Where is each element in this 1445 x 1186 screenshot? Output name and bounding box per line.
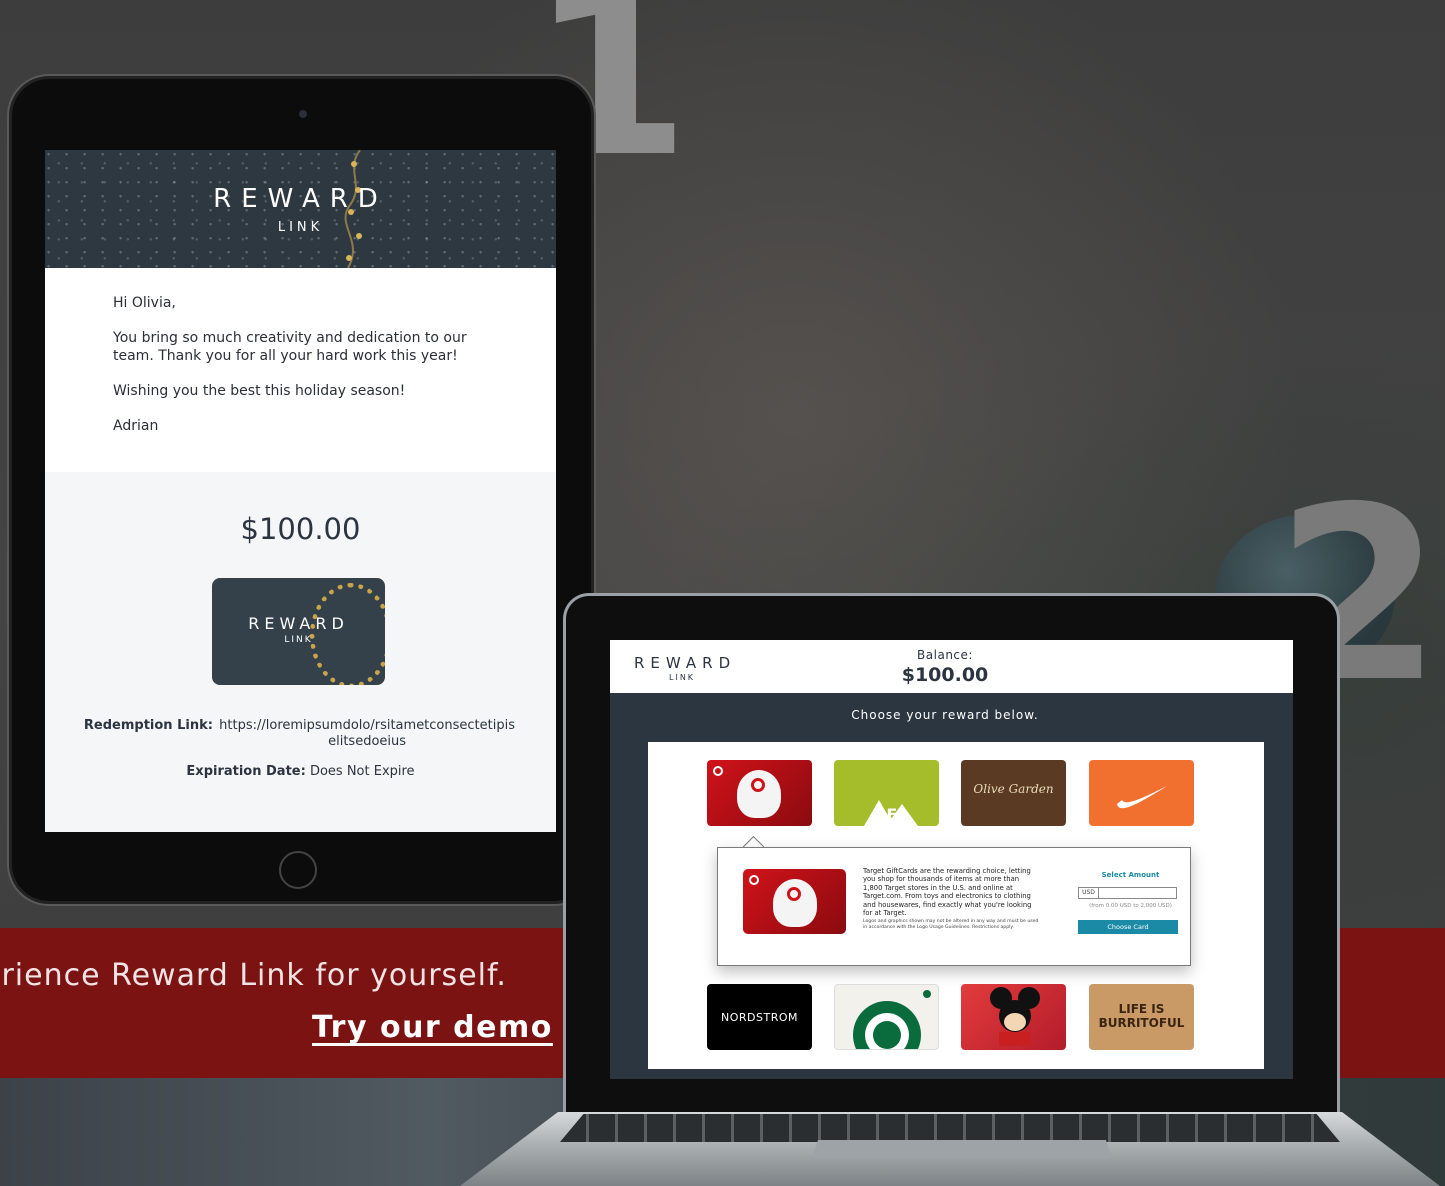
dog-eye-icon bbox=[787, 887, 801, 901]
balance-value: $100.00 bbox=[901, 664, 989, 686]
email-logo: REWARD bbox=[213, 184, 388, 214]
email-paragraph: Wishing you the best this holiday season… bbox=[113, 383, 406, 399]
expiration-label: Expiration Date: bbox=[186, 764, 306, 779]
tablet-device: REWARD LINK Hi Olivia, You bring so much… bbox=[7, 74, 596, 906]
laptop-keyboard bbox=[560, 1114, 1340, 1142]
life-is-good-card-tile[interactable]: LIFE IS BURRITOFUL bbox=[1089, 984, 1194, 1050]
rei-label: REI bbox=[874, 805, 904, 824]
reward-link-card[interactable]: REWARD LINK bbox=[212, 578, 385, 685]
balance-label: Balance: bbox=[917, 648, 973, 662]
target-card-preview bbox=[743, 869, 846, 934]
reward-grid: REI Olive Garden Target GiftCards are th… bbox=[648, 742, 1264, 1069]
card-legal: Logos and graphics shown may not be alte… bbox=[863, 919, 1039, 930]
email-message: Hi Olivia, You bring so much creativity … bbox=[45, 268, 556, 435]
amount-range: (from 0.00 USD to 2,000 USD) bbox=[1089, 903, 1172, 909]
cta-text: erience Reward Link for yourself. bbox=[0, 958, 507, 993]
email-logo-sub: LINK bbox=[277, 220, 324, 235]
target-logo-icon bbox=[749, 875, 759, 885]
home-button[interactable] bbox=[279, 851, 317, 889]
amount-input[interactable]: USD bbox=[1078, 887, 1177, 899]
laptop-trackpad bbox=[812, 1140, 1112, 1158]
redemption-link[interactable]: https://loremipsumdolo/rsitametconsectet… bbox=[217, 718, 517, 750]
expiration-row: Expiration Date: Does Not Expire bbox=[45, 764, 556, 780]
camera-icon bbox=[299, 110, 307, 118]
choose-card-button[interactable]: Choose Card bbox=[1078, 920, 1178, 934]
site-header: REWARD LINK Balance: $100.00 bbox=[610, 640, 1293, 693]
target-logo-icon bbox=[713, 766, 723, 776]
currency-label: USD bbox=[1079, 888, 1099, 898]
card-logo-sub: LINK bbox=[284, 635, 313, 645]
nike-swoosh-icon bbox=[1117, 786, 1167, 809]
select-amount-title: Select Amount bbox=[1101, 871, 1160, 879]
card-logo: REWARD bbox=[248, 614, 349, 633]
target-detail-popup: Target GiftCards are the rewarding choic… bbox=[717, 847, 1191, 966]
nike-card-tile[interactable] bbox=[1089, 760, 1194, 826]
gift-amount: $100.00 bbox=[240, 512, 361, 546]
redemption-label: Redemption Link: bbox=[83, 718, 213, 733]
choose-prompt: Choose your reward below. bbox=[851, 708, 1039, 722]
life-is-good-label: LIFE IS BURRITOFUL bbox=[1098, 1002, 1185, 1030]
email-screen: REWARD LINK Hi Olivia, You bring so much… bbox=[45, 150, 556, 832]
email-paragraph: You bring so much creativity and dedicat… bbox=[113, 330, 467, 364]
disney-card-tile[interactable] bbox=[961, 984, 1066, 1050]
laptop-device: REWARD LINK Balance: $100.00 Choose your… bbox=[563, 593, 1340, 1118]
email-signoff: Adrian bbox=[113, 418, 159, 434]
olive-garden-label: Olive Garden bbox=[973, 782, 1054, 796]
mickey-mouse-icon bbox=[990, 987, 1040, 1046]
nordstrom-card-tile[interactable]: NORDSTROM bbox=[707, 984, 812, 1050]
starbucks-siren-icon bbox=[853, 990, 931, 1049]
dog-eye-icon bbox=[751, 778, 765, 792]
reward-site-screen: REWARD LINK Balance: $100.00 Choose your… bbox=[610, 640, 1293, 1079]
lights-ring-icon bbox=[310, 583, 385, 685]
redemption-row: Redemption Link: https://loremipsumdolo/… bbox=[45, 718, 556, 750]
expiration-value: Does Not Expire bbox=[309, 764, 415, 779]
target-card-tile[interactable] bbox=[707, 760, 812, 826]
gift-details: Redemption Link: https://loremipsumdolo/… bbox=[45, 718, 556, 794]
olive-garden-card-tile[interactable]: Olive Garden bbox=[961, 760, 1066, 826]
email-header: REWARD LINK bbox=[45, 150, 556, 268]
try-demo-link[interactable]: Try our demo bbox=[312, 1010, 553, 1045]
starbucks-card-tile[interactable] bbox=[834, 984, 939, 1050]
card-description: Target GiftCards are the rewarding choic… bbox=[863, 867, 1032, 918]
gift-section: $100.00 REWARD LINK Redemption Link: htt… bbox=[45, 472, 556, 832]
email-greeting: Hi Olivia, bbox=[113, 295, 176, 311]
nordstrom-label: NORDSTROM bbox=[721, 1011, 798, 1024]
rei-card-tile[interactable]: REI bbox=[834, 760, 939, 826]
